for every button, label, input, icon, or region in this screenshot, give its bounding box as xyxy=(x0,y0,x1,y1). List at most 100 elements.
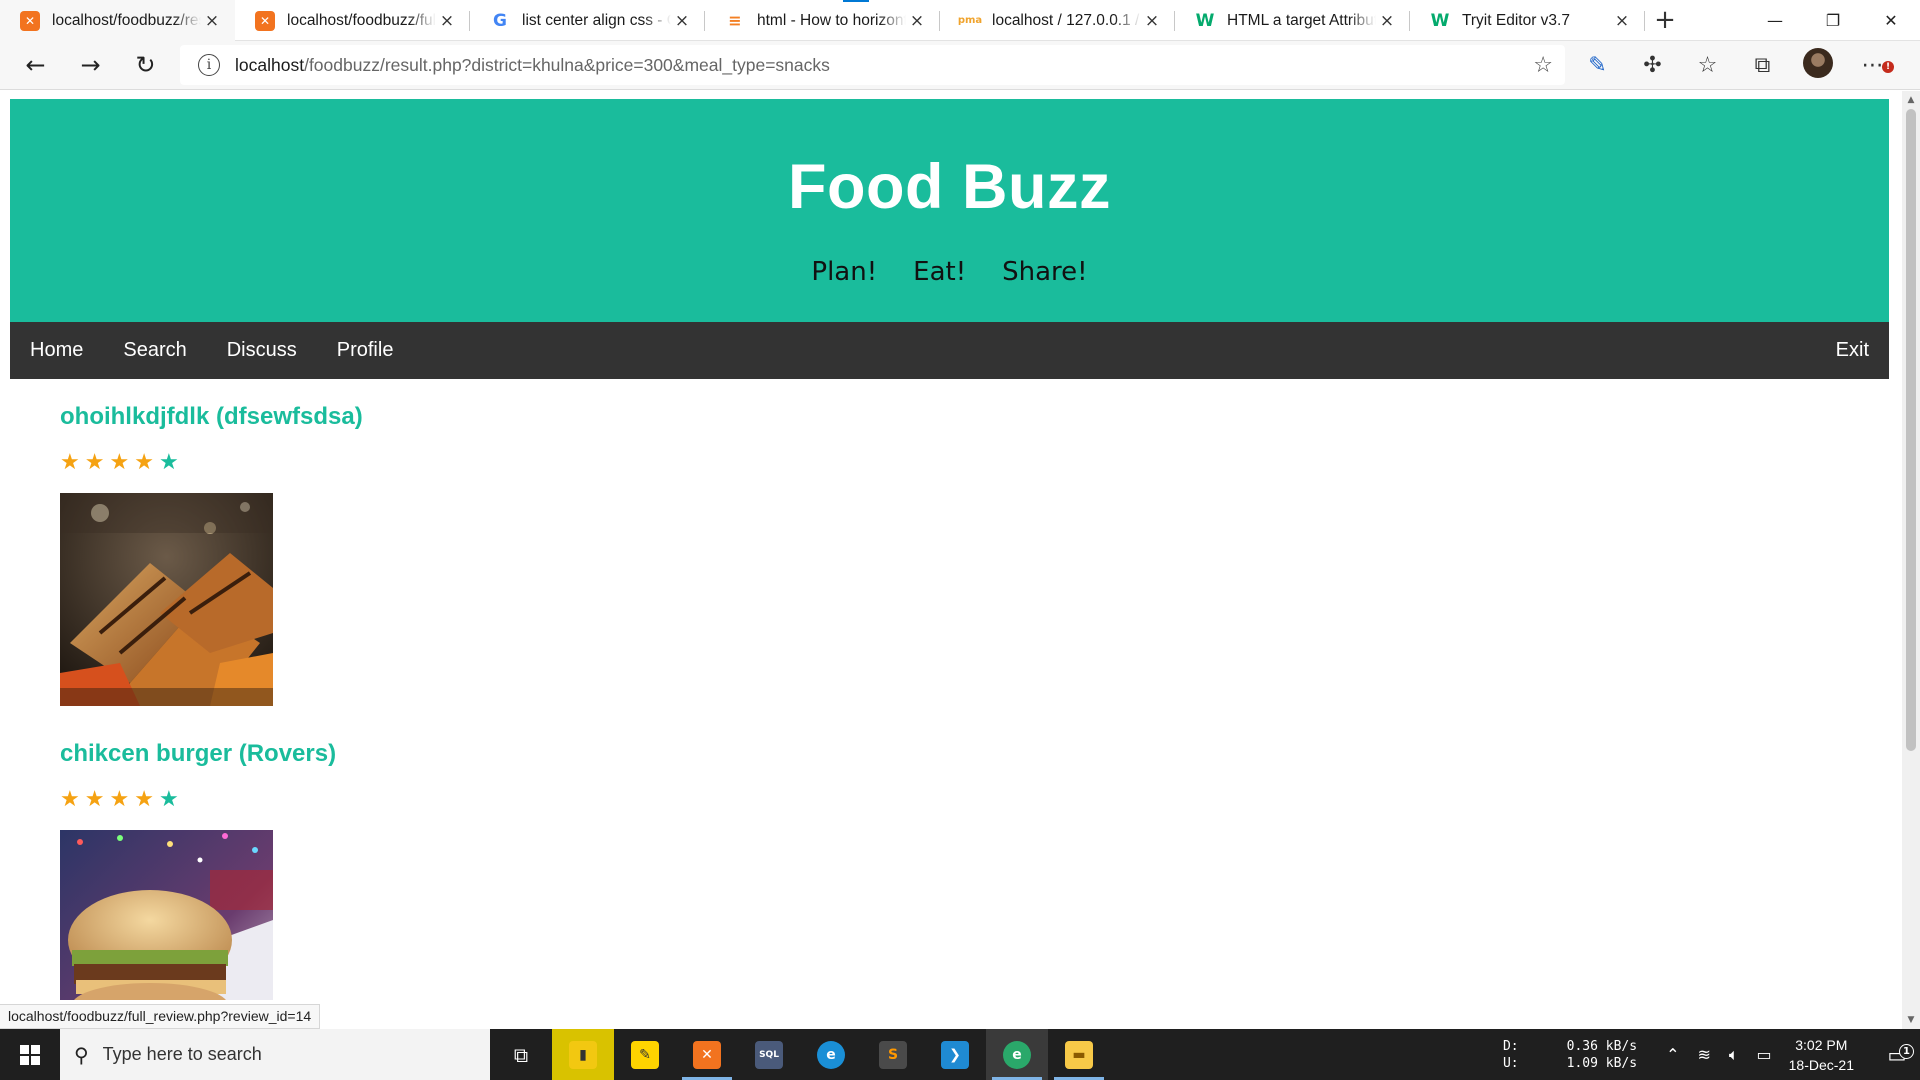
scroll-down-icon[interactable]: ▼ xyxy=(1902,1015,1920,1025)
page-scrollbar[interactable]: ▲ ▼ xyxy=(1902,91,1920,1029)
minimize-icon[interactable]: — xyxy=(1746,0,1804,40)
mysql-workbench-icon: SQL xyxy=(755,1040,783,1069)
profile-avatar[interactable] xyxy=(1790,47,1845,84)
clock-date: 18-Dec-21 xyxy=(1788,1056,1854,1073)
close-icon[interactable]: × xyxy=(906,11,928,31)
site-title: Food Buzz xyxy=(788,152,1111,222)
scroll-up-icon[interactable]: ▲ xyxy=(1902,95,1920,105)
new-tab-button[interactable]: + xyxy=(1645,0,1685,40)
download-speed: 0.36 kB/s xyxy=(1566,1038,1638,1054)
tab-stackoverflow[interactable]: ≡ html - How to horizontally × xyxy=(705,0,940,41)
extensions-icon[interactable]: ✣ xyxy=(1625,53,1680,78)
tab-result[interactable]: ✕ localhost/foodbuzz/result.php?district… xyxy=(0,0,235,41)
network-speed-meter: D: 0.36 kB/s U: 1.09 kB/s xyxy=(1503,1039,1637,1071)
star-icon: ★ xyxy=(134,450,154,475)
volume-icon[interactable]: 🔈︎ xyxy=(1729,1045,1739,1065)
review-title-link[interactable]: chikcen burger (Rovers) xyxy=(60,740,336,768)
stackoverflow-icon: ≡ xyxy=(725,10,745,31)
alert-badge: ! xyxy=(1882,61,1894,73)
collections-icon[interactable]: ⧉ xyxy=(1735,53,1790,78)
search-icon: ⚲ xyxy=(74,1042,89,1067)
tagline-eat: Eat! xyxy=(913,257,967,287)
settings-more-icon[interactable]: ⋯! xyxy=(1845,53,1900,78)
burger-photo[interactable] xyxy=(60,830,273,1000)
tab-google-search[interactable]: G list center align css - Google × xyxy=(470,0,705,41)
w3schools-icon: W xyxy=(1195,10,1215,31)
tab-title: list center align css - Google xyxy=(522,11,671,29)
vscode-icon: ❯ xyxy=(941,1040,969,1069)
tab-title: localhost/foodbuzz/result.php?district=k… xyxy=(52,11,201,29)
taskbar-clock[interactable]: 3:02 PM 18-Dec-21 xyxy=(1789,1035,1854,1075)
notification-count: 1 xyxy=(1899,1043,1914,1059)
upload-label: U: xyxy=(1502,1055,1519,1071)
taskbar-app-mysql-workbench[interactable]: SQL xyxy=(738,1029,800,1080)
system-tray: D: 0.36 kB/s U: 1.09 kB/s ⌃ ≋ 🔈︎ ▭ 3:02 … xyxy=(1503,1029,1920,1080)
windows-taskbar: ⚲ Type here to search ⧉ ▮ ✎ ✕ SQL e S ❯ … xyxy=(0,1029,1920,1080)
star-icon: ★ xyxy=(109,450,130,475)
xampp-icon: ✕ xyxy=(255,10,275,31)
taskbar-app-edge[interactable]: e xyxy=(800,1029,862,1080)
main-nav: Home Search Discuss Profile Exit xyxy=(10,322,1889,379)
scrollbar-thumb[interactable] xyxy=(1906,109,1916,751)
star-rating: ★ ★ ★ ★ ★ xyxy=(60,789,336,811)
close-icon[interactable]: × xyxy=(1611,11,1633,31)
google-icon: G xyxy=(490,10,510,31)
close-icon[interactable]: × xyxy=(201,11,223,31)
forward-icon[interactable]: → xyxy=(63,51,118,79)
wifi-icon[interactable]: ≋ xyxy=(1697,1045,1710,1064)
close-icon[interactable]: × xyxy=(671,11,693,31)
review-title-link[interactable]: ohoihlkdjfdlk (dfsewfsdsa) xyxy=(60,403,363,431)
close-icon[interactable]: × xyxy=(1141,11,1163,31)
edge-icon: e xyxy=(817,1040,845,1069)
tab-tryit-editor[interactable]: W Tryit Editor v3.7 × xyxy=(1410,0,1645,41)
nav-discuss[interactable]: Discuss xyxy=(207,322,317,379)
star-icon: ★ xyxy=(84,787,105,812)
restore-icon[interactable]: ❐ xyxy=(1804,0,1862,40)
address-toolbar: ← → ↻ i localhost/foodbuzz/result.php?di… xyxy=(0,41,1920,90)
nav-profile[interactable]: Profile xyxy=(317,322,414,379)
star-icon: ★ xyxy=(109,787,130,812)
task-view-button[interactable]: ⧉ xyxy=(490,1029,552,1080)
taskbar-app-file-explorer[interactable]: ▬ xyxy=(1048,1029,1110,1080)
w3schools-icon: W xyxy=(1430,10,1450,31)
close-icon[interactable]: × xyxy=(1376,11,1398,31)
taskbar-app-sticky-notes[interactable]: ✎ xyxy=(614,1029,676,1080)
tab-full-review[interactable]: ✕ localhost/foodbuzz/full_review.php × xyxy=(235,0,470,41)
nav-exit[interactable]: Exit xyxy=(1816,322,1889,379)
tab-phpmyadmin[interactable]: pma localhost / 127.0.0.1 / foodbuzz × xyxy=(940,0,1175,41)
sandwich-illustration xyxy=(60,493,273,706)
star-icon: ★ xyxy=(134,787,154,812)
taskbar-app-xampp[interactable]: ✕ xyxy=(676,1029,738,1080)
xampp-icon: ✕ xyxy=(693,1040,721,1069)
favorites-icon[interactable]: ☆ xyxy=(1680,53,1735,78)
clock-time: 3:02 PM xyxy=(1795,1036,1848,1053)
close-window-icon[interactable]: ✕ xyxy=(1862,0,1920,40)
address-bar[interactable]: i localhost/foodbuzz/result.php?district… xyxy=(180,45,1565,85)
taskbar-search-placeholder: Type here to search xyxy=(102,1044,262,1064)
taskbar-search[interactable]: ⚲ Type here to search xyxy=(60,1029,490,1080)
nav-home[interactable]: Home xyxy=(10,322,103,379)
tray-chevron-up-icon[interactable]: ⌃ xyxy=(1666,1045,1679,1064)
taskbar-app-edge-active[interactable]: e xyxy=(986,1029,1048,1080)
tab-title: localhost / 127.0.0.1 / foodbuzz xyxy=(992,11,1141,29)
taskbar-app-powerbi[interactable]: ▮ xyxy=(552,1029,614,1080)
star-icon: ★ xyxy=(158,450,179,475)
star-icon: ★ xyxy=(158,787,179,812)
tagline-plan: Plan! xyxy=(811,257,878,287)
star-icon: ★ xyxy=(60,450,80,475)
info-icon[interactable]: i xyxy=(198,54,220,76)
taskbar-app-sublime[interactable]: S xyxy=(862,1029,924,1080)
nav-search[interactable]: Search xyxy=(103,322,206,379)
tab-w3-target[interactable]: W HTML a target Attribute × xyxy=(1175,0,1410,41)
battery-icon[interactable]: ▭ xyxy=(1757,1045,1772,1064)
taskbar-app-vscode[interactable]: ❯ xyxy=(924,1029,986,1080)
start-button[interactable] xyxy=(0,1029,60,1080)
refresh-icon[interactable]: ↻ xyxy=(118,51,173,79)
add-favorite-icon[interactable]: ☆ xyxy=(1533,53,1553,78)
sandwich-photo[interactable] xyxy=(60,493,273,706)
back-icon[interactable]: ← xyxy=(8,51,63,79)
sticky-notes-icon: ✎ xyxy=(631,1040,659,1069)
close-icon[interactable]: × xyxy=(436,11,458,31)
web-capture-icon[interactable]: ✎ xyxy=(1570,53,1625,78)
action-center-button[interactable]: ▭ 1 xyxy=(1874,1043,1920,1067)
